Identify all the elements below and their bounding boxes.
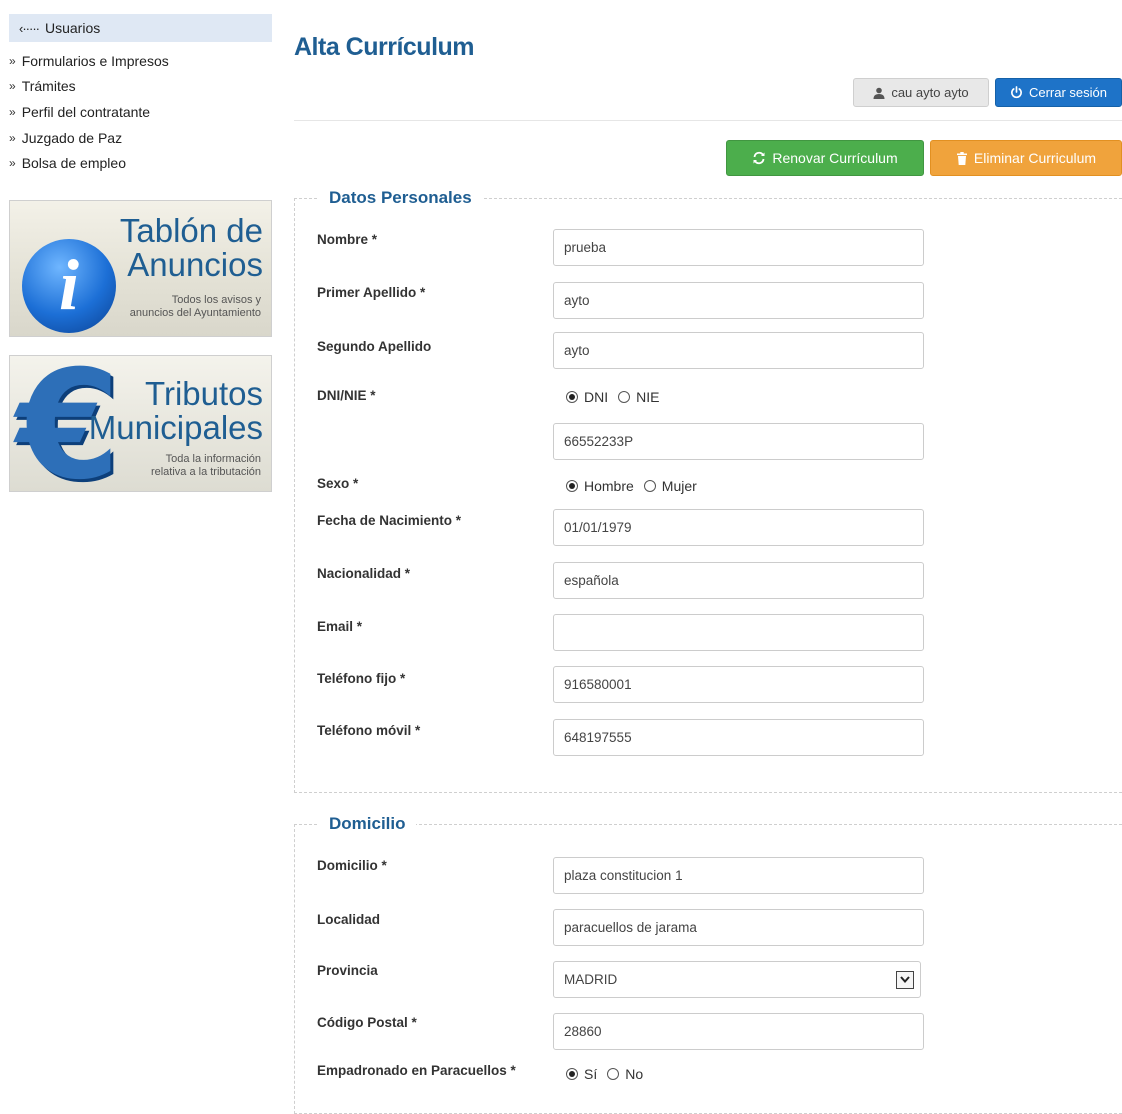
chevron-right-icon: » xyxy=(9,53,16,68)
empadronado-radio-group: Sí No xyxy=(566,1066,653,1082)
user-icon xyxy=(873,87,885,99)
renew-label: Renovar Currículum xyxy=(772,150,898,166)
sidebar-item-label: Trámites xyxy=(21,78,76,95)
refresh-icon xyxy=(752,151,766,165)
dni-nie-label: DNI/NIE * xyxy=(317,388,376,403)
trash-icon xyxy=(956,151,968,165)
nombre-label: Nombre * xyxy=(317,232,378,247)
localidad-field[interactable]: paracuellos de jarama xyxy=(553,909,924,946)
delete-curriculum-button[interactable]: Eliminar Curriculum xyxy=(930,140,1122,176)
telefono-movil-field[interactable]: 648197555 xyxy=(553,719,924,756)
codigo-postal-label: Código Postal * xyxy=(317,1015,417,1030)
provincia-select[interactable]: MADRID xyxy=(553,961,921,998)
telefono-fijo-field[interactable]: 916580001 xyxy=(553,666,924,703)
empadronado-no-radio[interactable] xyxy=(607,1068,620,1080)
renew-curriculum-button[interactable]: Renovar Currículum xyxy=(726,140,924,176)
fecha-nacimiento-label: Fecha de Nacimiento * xyxy=(317,513,462,528)
nombre-field[interactable]: prueba xyxy=(553,229,924,266)
tablon-anuncios-banner[interactable]: i Tablón de Anuncios Todos los avisos y … xyxy=(9,199,272,337)
tributos-municipales-banner[interactable]: € Tributos Municipales Toda la informaci… xyxy=(9,354,272,492)
empadronado-label: Empadronado en Paracuellos * xyxy=(317,1063,516,1078)
sidebar-item-tramites[interactable]: » Trámites xyxy=(9,74,272,100)
sidebar-item-formularios[interactable]: » Formularios e Impresos xyxy=(9,48,272,74)
dni-radio-label: DNI xyxy=(584,389,609,405)
page-title: Alta Currículum xyxy=(294,33,475,61)
dni-field[interactable]: 66552233P xyxy=(553,423,924,460)
domicilio-label: Domicilio * xyxy=(317,858,387,873)
chevron-right-icon: » xyxy=(9,156,16,171)
sexo-radio-group: Hombre Mujer xyxy=(566,478,707,494)
mujer-radio[interactable] xyxy=(643,480,656,492)
personal-data-legend: Datos Personales xyxy=(329,188,472,207)
nacionalidad-field[interactable]: española xyxy=(553,562,924,599)
fecha-nacimiento-field[interactable]: 01/01/1979 xyxy=(553,509,924,546)
sidebar-item-label: Formularios e Impresos xyxy=(21,52,169,69)
email-label: Email * xyxy=(317,619,363,634)
hombre-radio[interactable] xyxy=(566,480,578,492)
hombre-radio-label: Hombre xyxy=(584,478,634,494)
banner-title-line1: Tablón de xyxy=(119,211,263,249)
sidebar-item-perfil-contratante[interactable]: » Perfil del contratante xyxy=(9,99,272,125)
sidebar: ‹····· Usuarios » Formularios e Impresos … xyxy=(9,14,272,492)
telefono-fijo-label: Teléfono fijo * xyxy=(317,671,406,686)
delete-label: Eliminar Curriculum xyxy=(973,150,1097,166)
segundo-apellido-field[interactable]: ayto xyxy=(553,332,924,369)
header-divider xyxy=(294,120,1122,121)
sidebar-item-label: Juzgado de Paz xyxy=(21,129,123,146)
banner-subtitle-line2: anuncios del Ayuntamiento xyxy=(129,306,261,319)
sidebar-item-label: Perfil del contratante xyxy=(21,103,151,120)
dni-radio[interactable] xyxy=(566,391,578,403)
banner-title-line2: Municipales xyxy=(88,408,263,446)
power-icon xyxy=(1010,86,1023,99)
primer-apellido-field[interactable]: ayto xyxy=(553,282,924,319)
back-to-users-link[interactable]: ‹····· Usuarios xyxy=(9,14,272,42)
chevron-right-icon: » xyxy=(9,79,16,94)
banner-subtitle-line1: Toda la información xyxy=(165,452,261,465)
logout-button[interactable]: Cerrar sesión xyxy=(995,78,1122,107)
sidebar-item-juzgado-paz[interactable]: » Juzgado de Paz xyxy=(9,125,272,151)
telefono-movil-label: Teléfono móvil * xyxy=(317,723,421,738)
provincia-label: Provincia xyxy=(317,963,378,978)
mujer-radio-label: Mujer xyxy=(661,478,697,494)
sidebar-nav: » Formularios e Impresos » Trámites » Perfi… xyxy=(9,48,272,176)
empadronado-si-label: Sí xyxy=(584,1066,598,1082)
email-field[interactable] xyxy=(553,614,924,651)
user-name: cau ayto ayto xyxy=(891,85,969,100)
provincia-selected-value: MADRID xyxy=(564,972,618,987)
banner-title-line1: Tributos xyxy=(145,374,263,412)
domicilio-legend: Domicilio xyxy=(329,814,406,833)
user-profile-button[interactable]: cau ayto ayto xyxy=(853,78,989,107)
banner-subtitle-line2: relativa a la tributación xyxy=(150,465,261,478)
chevron-right-icon: » xyxy=(9,130,16,145)
banner-subtitle-line1: Todos los avisos y xyxy=(171,293,261,306)
chevron-down-icon[interactable] xyxy=(896,970,914,989)
chevron-right-icon: » xyxy=(9,104,16,119)
nie-radio-label: NIE xyxy=(636,389,660,405)
sidebar-item-bolsa-empleo[interactable]: » Bolsa de empleo xyxy=(9,150,272,176)
domicilio-field[interactable]: plaza constitucion 1 xyxy=(553,857,924,894)
codigo-postal-field[interactable]: 28860 xyxy=(553,1013,924,1050)
nacionalidad-label: Nacionalidad * xyxy=(317,566,411,581)
sexo-label: Sexo * xyxy=(317,476,359,491)
nie-radio[interactable] xyxy=(618,391,631,403)
dni-nie-radio-group: DNI NIE xyxy=(566,389,669,405)
segundo-apellido-label: Segundo Apellido xyxy=(317,339,432,354)
back-label: Usuarios xyxy=(44,20,101,36)
empadronado-si-radio[interactable] xyxy=(566,1068,578,1080)
logout-label: Cerrar sesión xyxy=(1028,85,1108,100)
empadronado-no-label: No xyxy=(625,1066,644,1082)
banner-title-line2: Anuncios xyxy=(127,245,263,283)
localidad-label: Localidad xyxy=(317,912,381,927)
primer-apellido-label: Primer Apellido * xyxy=(317,285,426,300)
back-arrow-icon: ‹····· xyxy=(19,20,40,36)
sidebar-item-label: Bolsa de empleo xyxy=(21,155,126,172)
